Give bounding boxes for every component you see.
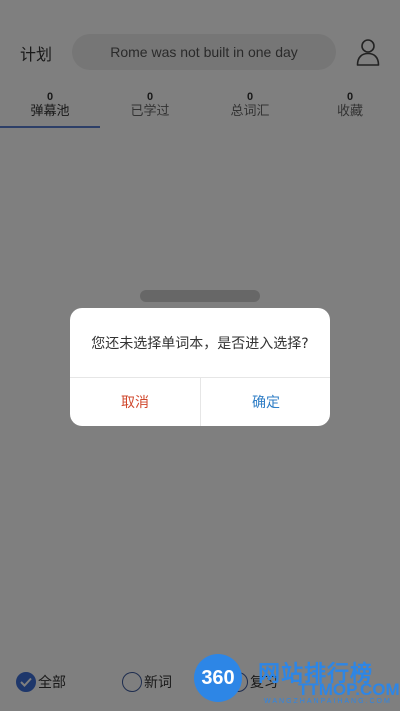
- select-wordbook-dialog: 您还未选择单词本，是否进入选择? 取消 确定: [70, 308, 330, 426]
- watermark-logo: 360: [194, 654, 242, 702]
- watermark-subtitle: WANGZHANPAIHANG.COM: [264, 698, 392, 705]
- cancel-button[interactable]: 取消: [70, 378, 200, 426]
- dialog-message: 您还未选择单词本，是否进入选择?: [91, 335, 309, 352]
- watermark-domain: TTMOP.COM: [298, 680, 400, 699]
- site-watermark: 360 网站排行榜 TTMOP.COM WANGZHANPAIHANG.COM: [188, 650, 400, 711]
- confirm-button[interactable]: 确定: [201, 378, 330, 426]
